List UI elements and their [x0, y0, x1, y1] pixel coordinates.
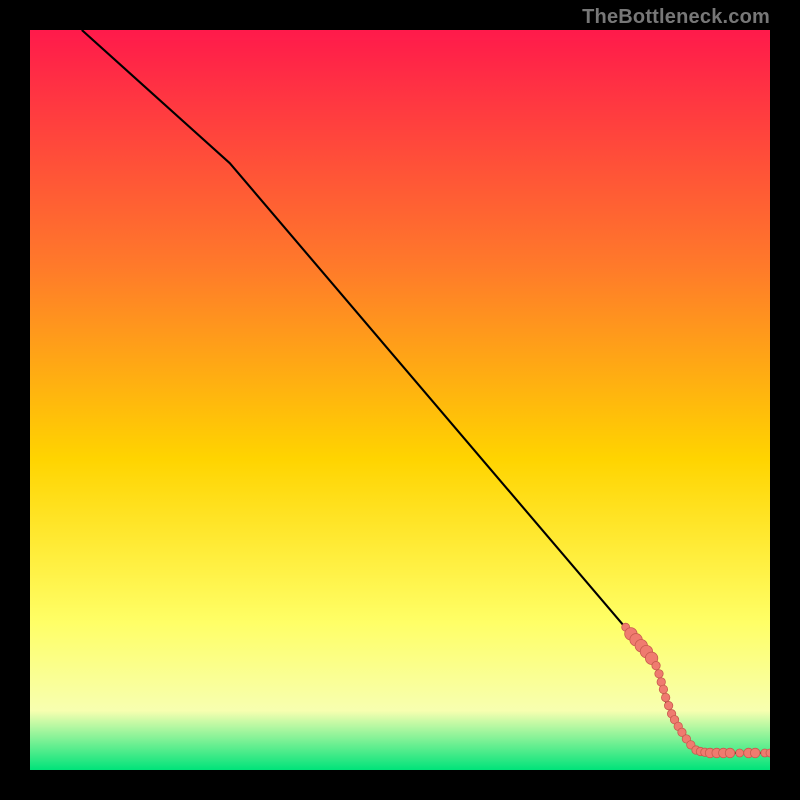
data-marker — [736, 749, 744, 757]
data-marker — [652, 661, 660, 669]
data-marker — [750, 748, 760, 758]
data-marker — [659, 685, 667, 693]
chart-plot — [30, 30, 770, 770]
data-marker — [655, 670, 663, 678]
chart-stage: TheBottleneck.com — [0, 0, 800, 800]
data-marker — [661, 693, 669, 701]
gradient-background — [30, 30, 770, 770]
data-marker — [664, 701, 672, 709]
data-marker — [725, 748, 735, 758]
attribution-label: TheBottleneck.com — [582, 6, 770, 29]
